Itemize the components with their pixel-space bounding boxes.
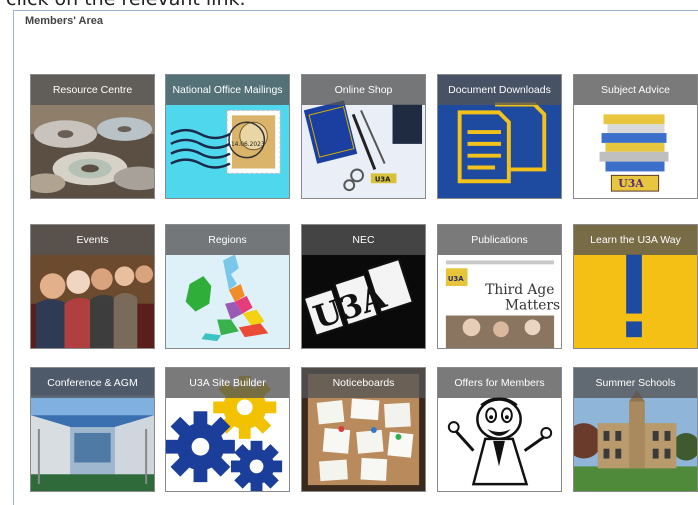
- tile-summer-schools[interactable]: Summer Schools: [573, 367, 698, 492]
- tile-label: Summer Schools: [574, 368, 697, 398]
- page-title: Members' Area: [25, 15, 104, 27]
- top-instruction-strip: click on the relevant link.: [0, 0, 698, 9]
- tile-nec[interactable]: U3A NEC: [301, 224, 426, 349]
- tile-label: Publications: [438, 225, 561, 255]
- tile-online-shop[interactable]: U3A Online Shop: [301, 74, 426, 199]
- tile-label: NEC: [302, 225, 425, 255]
- pub-title-line1: Third Age: [485, 282, 554, 298]
- tile-noticeboards[interactable]: Noticeboards: [301, 367, 426, 492]
- tile-label: Noticeboards: [302, 368, 425, 398]
- pub-header-text: U3A: [448, 275, 464, 283]
- tile-label: Offers for Members: [438, 368, 561, 398]
- tile-label: Online Shop: [302, 75, 425, 105]
- tile-label: Conference & AGM: [31, 368, 154, 398]
- subject-badge-text: U3A: [618, 177, 644, 190]
- tile-resource-centre[interactable]: Resource Centre: [30, 74, 155, 199]
- tile-document-downloads[interactable]: Document Downloads: [437, 74, 562, 199]
- tile-regions[interactable]: Regions: [165, 224, 290, 349]
- tile-label: National Office Mailings: [166, 75, 289, 105]
- tile-label: Events: [31, 225, 154, 255]
- tile-label: Learn the U3A Way: [574, 225, 697, 255]
- tile-learn-the-u3a-way[interactable]: ! Learn the U3A Way: [573, 224, 698, 349]
- tile-label: Regions: [166, 225, 289, 255]
- tile-label: Resource Centre: [31, 75, 154, 105]
- tile-events[interactable]: Events: [30, 224, 155, 349]
- tile-national-office-mailings[interactable]: 14.06.2023 National Office Mailings: [165, 74, 290, 199]
- stamp-postmark-text: 14.06.2023: [231, 142, 265, 148]
- tile-conference-agm[interactable]: Conference & AGM: [30, 367, 155, 492]
- tile-u3a-site-builder[interactable]: U3A Site Builder: [165, 367, 290, 492]
- tile-publications[interactable]: U3A Third Age Matters Publications: [437, 224, 562, 349]
- tile-label: Document Downloads: [438, 75, 561, 105]
- tile-subject-advice[interactable]: U3A Subject Advice: [573, 74, 698, 199]
- shop-badge-text: U3A: [375, 175, 391, 183]
- pub-title-line2: Matters: [505, 298, 560, 314]
- tile-label: Subject Advice: [574, 75, 697, 105]
- tile-label: U3A Site Builder: [166, 368, 289, 398]
- instruction-text: click on the relevant link.: [6, 0, 246, 9]
- tile-offers-for-members[interactable]: Offers for Members: [437, 367, 562, 492]
